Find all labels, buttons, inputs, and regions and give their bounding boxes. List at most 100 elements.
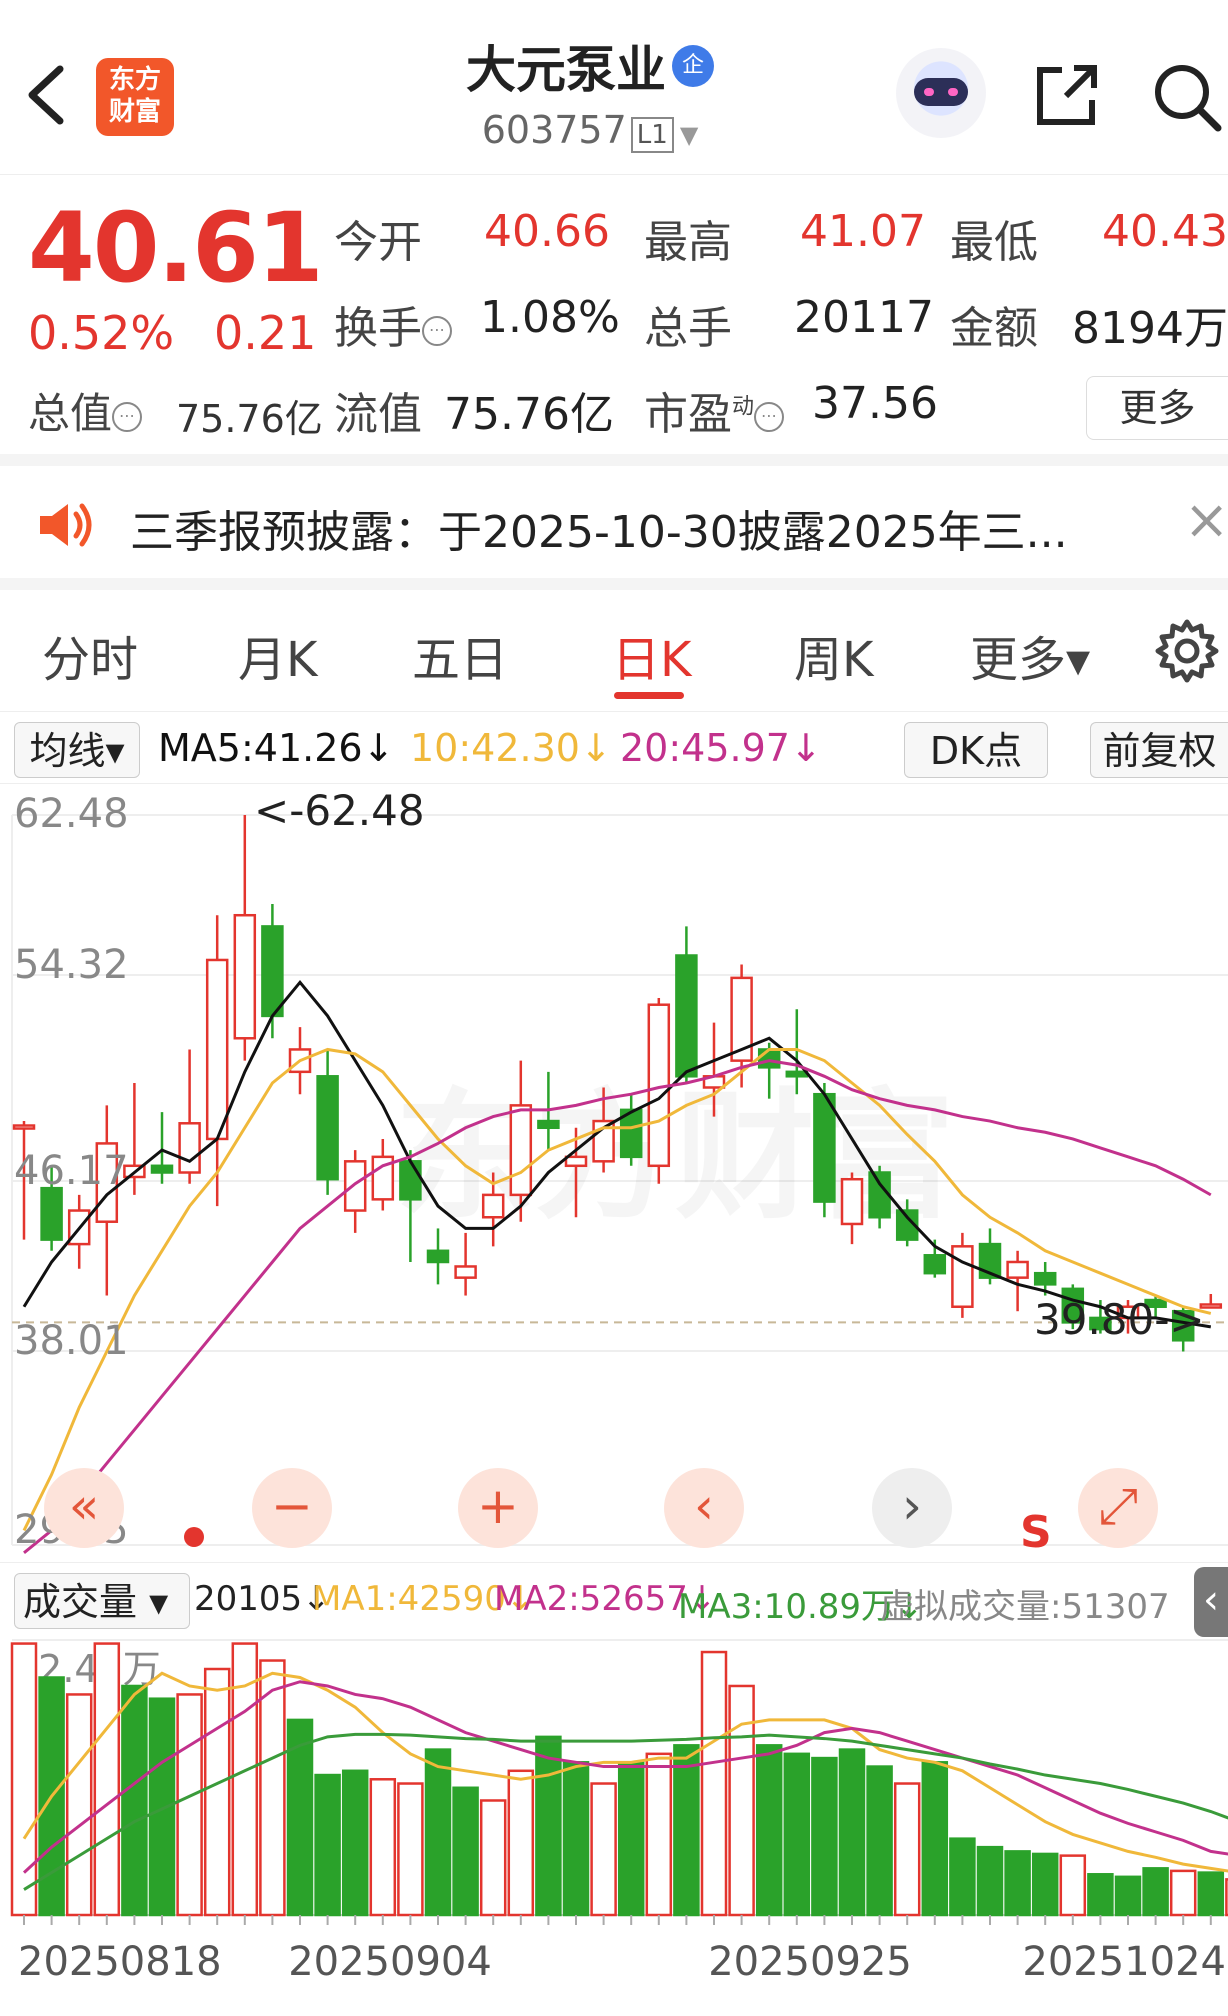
volume-bar (1087, 1873, 1114, 1917)
float-cap-value: 75.76亿 (444, 389, 614, 440)
volume-bar (811, 1756, 838, 1917)
back-button[interactable] (22, 55, 82, 135)
sell-signal-marker: S (1020, 1507, 1052, 1558)
volume-bar (203, 1667, 231, 1917)
tab-daily[interactable]: 日K (612, 620, 691, 690)
volume-selector[interactable]: 成交量 ▾ (14, 1573, 190, 1629)
candle-body (564, 1155, 588, 1168)
y-label-4: 38.01 (14, 1318, 129, 1364)
volume-bar (231, 1642, 259, 1917)
volume-bar (949, 1837, 976, 1917)
candle-body (785, 1070, 809, 1078)
max-price-marker: <-62.48 (254, 786, 425, 835)
tab-weekly[interactable]: 周K (794, 620, 873, 690)
date-axis: 20250818 20250904 20250925 20251024 (18, 1915, 1226, 1985)
volume-bar (838, 1748, 866, 1917)
candle-body (1006, 1260, 1029, 1279)
assistant-robot-icon[interactable] (896, 48, 986, 138)
virtual-volume: 虚拟成交量:51307 (880, 1587, 1170, 1627)
volume-bar (341, 1769, 369, 1917)
collapse-panel-icon[interactable]: ‹ (1194, 1567, 1228, 1637)
volume-bar (1004, 1850, 1031, 1917)
volume-bar (1114, 1875, 1142, 1917)
high-value: 41.07 (800, 206, 926, 257)
candle-body (12, 1124, 36, 1130)
volume-bar (10, 1642, 38, 1917)
volume-bar (590, 1782, 617, 1917)
level-badge: L1 (630, 117, 674, 153)
tab-more[interactable]: 更多▾ (970, 620, 1090, 690)
active-tab-indicator (614, 692, 684, 699)
zoom-in-button[interactable]: + (458, 1468, 538, 1548)
zoom-out-button[interactable]: − (252, 1468, 332, 1548)
speaker-icon (40, 503, 92, 547)
tab-monthly[interactable]: 月K (238, 620, 317, 690)
dk-point-button[interactable]: DK点 (904, 722, 1048, 778)
total-cap-label[interactable]: 总值 ⋯ (28, 380, 143, 441)
kline-chart[interactable]: 东方财富 62.48 54.32 46.17 38.01 29.85 <-62.… (0, 785, 1228, 2016)
notice-bar[interactable]: 三季报预披露：于2025-10-30披露2025年三... × (0, 466, 1228, 590)
adjust-selector[interactable]: 前复权 (1090, 722, 1228, 778)
volume-bar (1169, 1869, 1197, 1917)
pe-dynamic-tag: 动 (732, 394, 755, 420)
volume-bar (452, 1786, 479, 1917)
volume-bar (645, 1752, 673, 1917)
enterprise-badge: 企 (672, 45, 714, 87)
candle-body (233, 913, 257, 1040)
pe-label[interactable]: 市盈动 ⋯ (644, 378, 785, 442)
scroll-right-button[interactable]: › (872, 1468, 952, 1548)
pe-text: 市盈 (644, 389, 732, 440)
header: 东方 财富 大元泵业企 603757 L1 ▼ (0, 0, 1228, 175)
date-label: 20251024 (1022, 1939, 1226, 1985)
ma10-value: 10:42.30↓ (410, 726, 612, 770)
volume-bar (617, 1761, 645, 1917)
candle-body (951, 1245, 974, 1308)
tab-five-day[interactable]: 五日 (412, 620, 508, 690)
amount-label: 金额 (950, 303, 1038, 354)
ma-row: 均线▾ MA5:41.26↓ 10:42.30↓ 20:45.97↓ DK点 前… (0, 714, 1228, 784)
share-icon[interactable] (1032, 62, 1100, 130)
close-icon[interactable]: × (1184, 488, 1228, 551)
ma-selector[interactable]: 均线▾ (14, 722, 140, 778)
volume-bar (700, 1650, 728, 1917)
volume-bar (176, 1693, 203, 1917)
stock-code-row[interactable]: 603757 L1 ▼ (380, 108, 800, 153)
candle-body (813, 1092, 836, 1203)
candle-body (1033, 1271, 1057, 1286)
search-icon[interactable] (1150, 60, 1222, 132)
app-logo[interactable]: 东方 财富 (96, 58, 174, 136)
candle-body (537, 1119, 560, 1130)
candle-body (454, 1265, 477, 1279)
turnover-value: 1.08% (480, 292, 620, 343)
volume-bar (369, 1778, 397, 1917)
quote-panel: 40.61 0.52% 0.21 总值 ⋯ 75.76亿 今开 40.66 最高 … (0, 176, 1228, 466)
stock-title[interactable]: 大元泵业企 603757 L1 ▼ (380, 30, 800, 153)
caret-down-icon: ▼ (679, 121, 699, 149)
stock-code: 603757 (481, 108, 627, 152)
last-price: 40.61 (28, 192, 324, 304)
gear-icon[interactable] (1154, 618, 1220, 684)
volume-group: 32.42万 (10, 1639, 1228, 1917)
volume-bar (397, 1782, 424, 1917)
volume-bar (479, 1799, 507, 1917)
volume-bar (673, 1744, 700, 1917)
volume-bar (424, 1748, 452, 1917)
total-cap-text: 总值 (28, 389, 113, 438)
candle-body (316, 1075, 339, 1181)
candle-body (840, 1177, 864, 1226)
min-price-marker: 39.80-> (1034, 1295, 1205, 1344)
turnover-label[interactable]: 换手 ⋯ (334, 292, 452, 356)
more-button[interactable]: 更多 (1086, 376, 1228, 440)
volume-bar (259, 1659, 286, 1917)
candle-body (261, 925, 284, 1018)
candle-body (757, 1048, 781, 1069)
jump-start-button[interactable]: « (44, 1468, 124, 1548)
candle-body (426, 1249, 450, 1264)
kline-svg[interactable]: 东方财富 62.48 54.32 46.17 38.01 29.85 <-62.… (0, 785, 1228, 2016)
scroll-left-button[interactable]: ‹ (664, 1468, 744, 1548)
tab-intraday[interactable]: 分时 (42, 620, 138, 690)
volume-bar (1197, 1871, 1225, 1917)
volume-bar (148, 1697, 176, 1917)
fullscreen-button[interactable]: ⤢ (1078, 1468, 1158, 1548)
volume-indicator-row: 成交量 ▾ 20105↓ MA1:42590↓ MA2:52657↓ MA3:1… (0, 1562, 1228, 1638)
